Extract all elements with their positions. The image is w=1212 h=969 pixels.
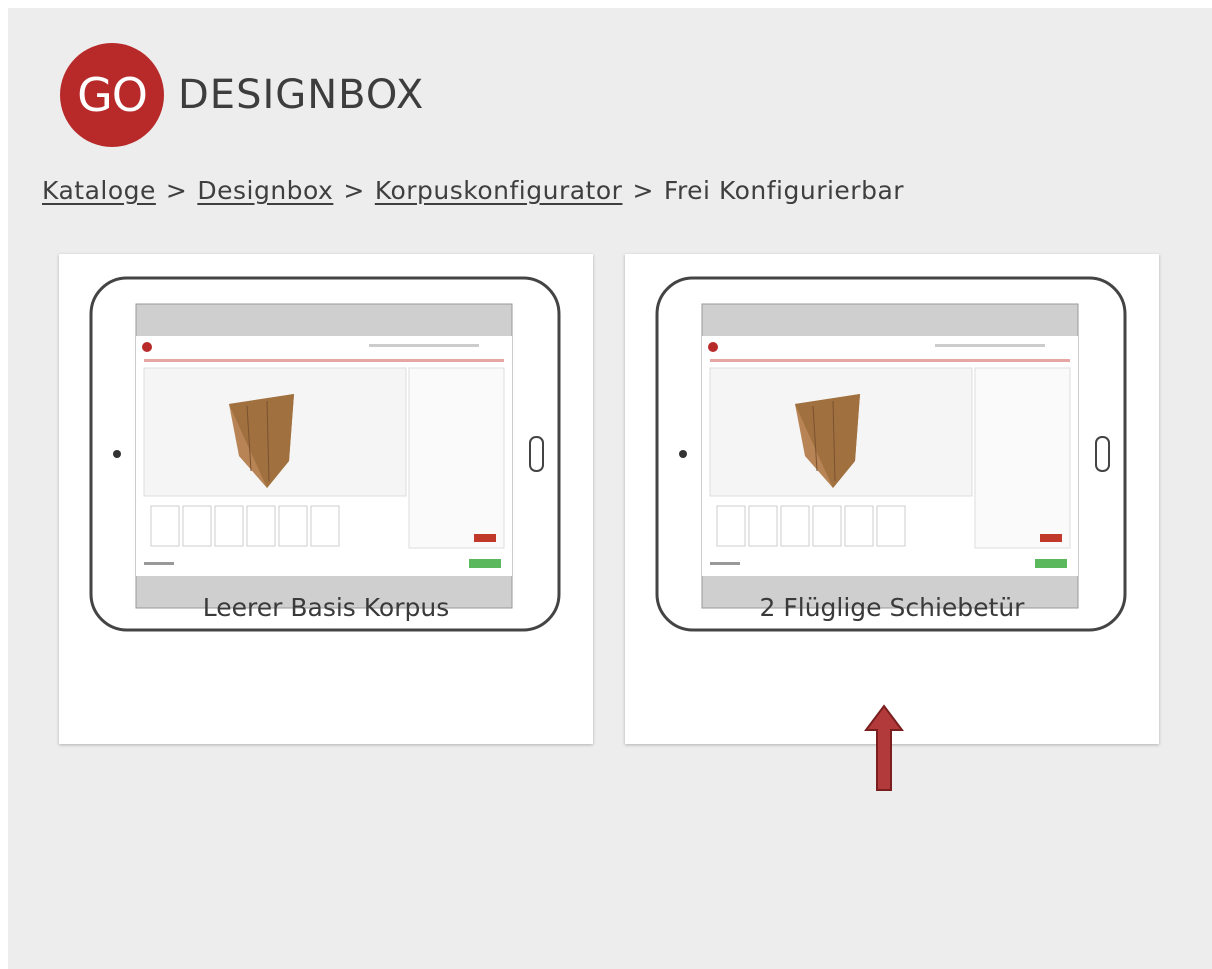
breadcrumb-link-kataloge[interactable]: Kataloge: [42, 176, 156, 205]
page-panel: GO DESIGNBOX Kataloge > Designbox > Korpusko…: [8, 8, 1212, 969]
logo-mark-text: GO: [77, 68, 148, 122]
card-title: 2 Flüglige Schiebetür: [759, 593, 1025, 622]
red-arrow-up-icon: [864, 704, 904, 791]
breadcrumb-separator: >: [343, 176, 365, 205]
logo[interactable]: GO DESIGNBOX: [60, 43, 424, 147]
breadcrumb-link-designbox[interactable]: Designbox: [197, 176, 333, 205]
logo-mark: GO: [60, 43, 164, 147]
breadcrumb: Kataloge > Designbox > Korpuskonfigurator > Fr…: [42, 176, 904, 205]
card-title: Leerer Basis Korpus: [202, 593, 450, 622]
breadcrumb-separator: >: [632, 176, 654, 205]
tablet-preview-icon: [89, 276, 561, 632]
catalog-card-leerer-basis-korpus[interactable]: Leerer Basis Korpus: [59, 254, 593, 744]
breadcrumb-current: Frei Konfigurierbar: [663, 176, 905, 205]
catalog-card-2-fluegelige-schiebetuer[interactable]: 2 Flüglige Schiebetür: [625, 254, 1159, 791]
breadcrumb-link-korpuskonfigurator[interactable]: Korpuskonfigurator: [375, 176, 623, 205]
breadcrumb-separator: >: [165, 176, 188, 205]
tablet-preview-icon: [655, 276, 1127, 632]
brand-name: DESIGNBOX: [178, 72, 425, 118]
